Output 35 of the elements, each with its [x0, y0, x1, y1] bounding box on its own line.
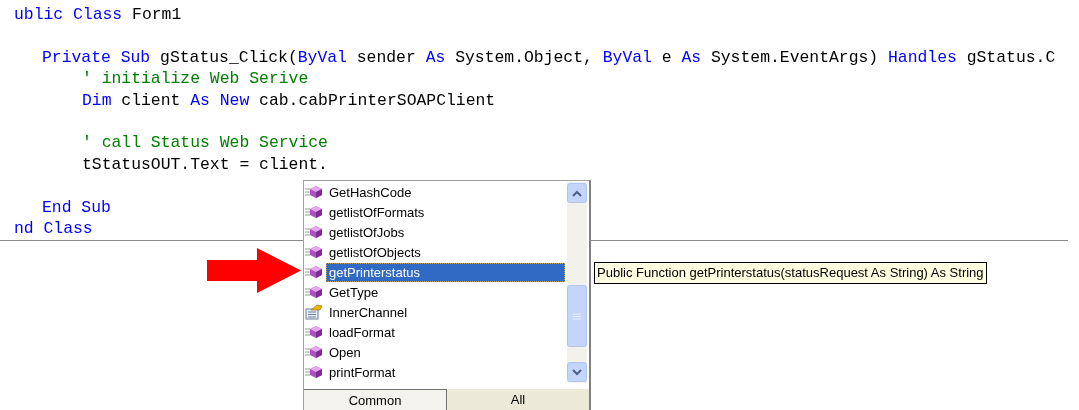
property-icon	[305, 304, 323, 320]
code-line: ' initialize Web Serive	[82, 69, 309, 89]
method-icon	[305, 324, 323, 340]
method-icon	[305, 224, 323, 240]
completion-item[interactable]: Open	[326, 342, 565, 362]
caret-up-icon	[572, 189, 582, 197]
scroll-up-button[interactable]	[567, 183, 587, 203]
filter-tab[interactable]: Common	[304, 389, 447, 410]
code-line: tStatusOUT.Text = client.	[82, 154, 328, 174]
method-icon	[305, 184, 323, 200]
completion-item[interactable]: GetType	[326, 282, 565, 302]
method-icon	[305, 344, 323, 360]
caret-down-icon	[572, 368, 582, 376]
method-icon	[305, 204, 323, 220]
scroll-down-button[interactable]	[567, 362, 587, 382]
completion-item[interactable]: loadFormat	[326, 322, 565, 342]
method-icon	[305, 264, 323, 280]
arrow-icon	[207, 248, 301, 293]
code-line: Dim client As New cab.cabPrinterSOAPClient	[82, 90, 496, 110]
method-icon	[305, 244, 323, 260]
completion-item[interactable]: getlistOfJobs	[326, 222, 565, 242]
completion-item[interactable]: printFormat	[326, 362, 565, 382]
method-icon	[305, 284, 323, 300]
completion-item[interactable]: GetHashCode	[326, 182, 565, 202]
code-line: ' call Status Web Service	[82, 133, 328, 153]
tooltip: Public Function getPrinterstatus(statusRequest As String) As String	[594, 262, 987, 284]
completion-item[interactable]: InnerChannel	[326, 302, 565, 322]
code-line: End Sub	[42, 197, 111, 217]
code-line: ublic Class Form1	[14, 5, 182, 24]
completion-item[interactable]: getlistOfObjects	[326, 242, 565, 262]
scroll-thumb[interactable]	[567, 285, 587, 347]
code-line: nd Class	[14, 218, 93, 238]
code-line: Private Sub gStatus_Click(ByVal sender As System.Object, ByVal e As System.EventArgs) Handles gStatus.C	[42, 47, 1056, 67]
completion-item[interactable]: getlistOfFormats	[326, 202, 565, 222]
method-icon	[305, 364, 323, 380]
